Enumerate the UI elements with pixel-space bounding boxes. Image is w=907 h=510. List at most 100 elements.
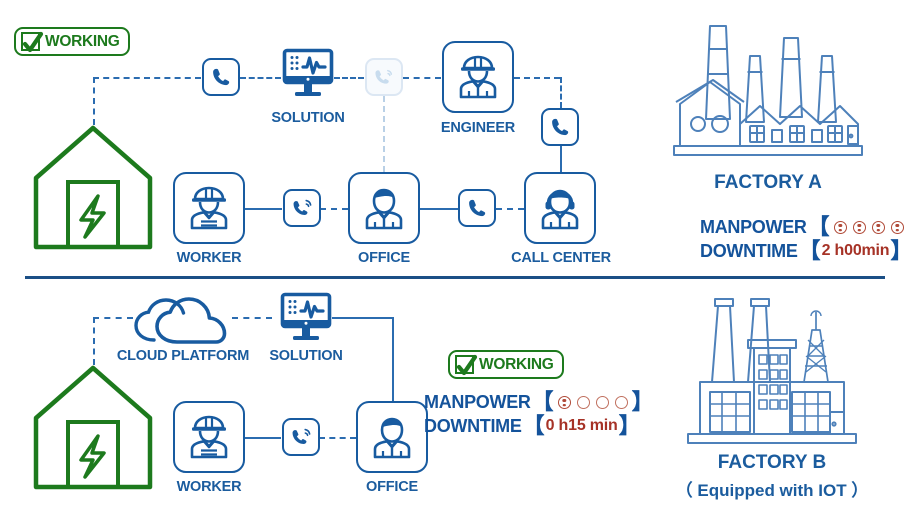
bracket-open-a-2: 【: [798, 238, 821, 263]
factory-title-a: FACTORY A: [714, 172, 822, 193]
node-label-office-top: OFFICE: [358, 250, 410, 266]
connector-phone1-to-solution: [240, 77, 281, 79]
manpower-pips-b: [557, 395, 628, 409]
bracket-open-a-1: 【: [807, 214, 830, 239]
connector-solution-to-corner-bottom: [332, 317, 392, 319]
metric-key-manpower-b: MANPOWER: [424, 391, 531, 412]
bracket-close-a-2: 】: [890, 240, 907, 262]
manpower-pip: [890, 220, 904, 234]
modern-factory-iot-icon: [672, 294, 872, 459]
node-office-top[interactable]: [348, 172, 420, 244]
worker-hardhat-icon: [190, 186, 228, 230]
connector-phone-to-office-bottom: [319, 437, 356, 439]
connector-plant-vertical: [93, 77, 95, 125]
cloud-icon: [134, 297, 227, 344]
node-label-solution-bottom: SOLUTION: [269, 348, 343, 364]
node-phone-icon-top-1[interactable]: [202, 58, 240, 96]
bracket-open-b-2: 【: [522, 413, 545, 438]
status-badge-working-top: WORKING: [14, 27, 130, 56]
status-badge-working-bottom: WORKING: [448, 350, 564, 379]
connector-corner-to-office-bottom: [392, 317, 394, 401]
check-icon: [21, 31, 44, 53]
connector-worker-to-phone-bottom: [245, 437, 281, 439]
node-label-office-bottom: OFFICE: [366, 479, 418, 495]
manpower-pip: [576, 395, 590, 409]
phone-signal-icon: [293, 199, 311, 215]
connector-plant-to-phone1: [93, 77, 201, 79]
bracket-close-b-2: 】: [618, 413, 641, 438]
node-cloud-platform[interactable]: [130, 294, 235, 351]
connector-solution-to-ghost: [334, 77, 364, 79]
manpower-pip: [557, 395, 571, 409]
headset-person-icon: [541, 189, 579, 230]
manpower-pip: [833, 220, 847, 234]
node-phone-icon-top-4[interactable]: [541, 108, 579, 146]
connector-corner-to-phone4: [560, 77, 562, 108]
metric-downtime-b: DOWNTIME 【 0 h15 min 】: [424, 415, 642, 437]
worker-hardhat-icon: [190, 415, 228, 459]
metric-value-downtime-b: 0 h15 min: [545, 417, 618, 434]
monitor-waveform-icon: [282, 48, 334, 96]
node-label-callcenter: CALL CENTER: [511, 250, 611, 266]
old-factory-icon: [668, 14, 868, 174]
connector-worker-to-phone3: [245, 208, 282, 210]
node-label-solution-top: SOLUTION: [271, 110, 345, 126]
factory-subtitle-b: （ Equipped with IOT ）: [675, 481, 869, 500]
node-phone-ghost-top[interactable]: [365, 58, 403, 96]
connector-plant-to-cloud-bottom: [93, 317, 133, 319]
node-worker-top[interactable]: [173, 172, 245, 244]
monitor-waveform-icon: [280, 292, 332, 340]
node-worker-bottom[interactable]: [173, 401, 245, 473]
power-plant-building-icon-bottom: [28, 360, 158, 500]
status-badge-label-bottom: WORKING: [479, 355, 554, 373]
node-label-worker-top: WORKER: [176, 250, 242, 266]
metric-downtime-a: DOWNTIME 【 2 h00min 】: [700, 240, 907, 262]
check-icon: [455, 354, 478, 376]
node-label-worker-bottom: WORKER: [176, 479, 242, 495]
node-phone-icon-top-2[interactable]: [458, 189, 496, 227]
connector-phone2-to-callcenter: [496, 208, 524, 210]
manpower-pip: [852, 220, 866, 234]
phone-icon: [552, 118, 569, 136]
metric-manpower-b: MANPOWER 【 】: [424, 391, 655, 413]
office-person-icon: [373, 417, 411, 459]
connector-ghost-to-engineer: [403, 77, 441, 79]
power-plant-building-icon-top: [28, 120, 158, 260]
connector-phone3-to-office: [320, 208, 348, 210]
factory-title-b: FACTORY B: [717, 452, 827, 473]
manpower-pips-a: [833, 220, 904, 234]
phone-icon: [469, 199, 486, 217]
metric-key-manpower-a: MANPOWER: [700, 216, 807, 237]
metric-key-downtime-b: DOWNTIME: [424, 415, 522, 436]
node-label-engineer: ENGINEER: [440, 120, 516, 136]
node-engineer[interactable]: [442, 41, 514, 113]
connector-cloud-to-solution-bottom: [232, 317, 272, 319]
engineer-hardhat-icon: [459, 55, 497, 99]
node-office-bottom[interactable]: [356, 401, 428, 473]
metric-manpower-a: MANPOWER 【 】: [700, 216, 907, 238]
manpower-pip: [595, 395, 609, 409]
office-person-icon: [365, 188, 403, 230]
node-solution-bottom[interactable]: [280, 292, 332, 351]
infographic-canvas: WORKING SOLUTION ENGINEER WORKER OFFICE …: [0, 0, 907, 510]
node-phone-signal-top-3[interactable]: [283, 189, 321, 227]
connector-engineer-to-corner: [514, 77, 560, 79]
manpower-pip: [871, 220, 885, 234]
connector-plant-vertical-bottom: [93, 317, 95, 365]
connector-ghost-to-office: [383, 96, 385, 172]
node-solution-top[interactable]: [282, 48, 334, 107]
connector-office-to-phone2: [420, 208, 458, 210]
phone-icon: [213, 68, 230, 86]
node-phone-signal-bottom[interactable]: [282, 418, 320, 456]
section-divider: [25, 276, 885, 279]
metric-key-downtime-a: DOWNTIME: [700, 240, 798, 261]
status-badge-label-top: WORKING: [45, 32, 120, 50]
phone-signal-icon: [292, 428, 310, 444]
node-callcenter[interactable]: [524, 172, 596, 244]
bracket-open-b-1: 【: [531, 389, 554, 414]
node-label-cloud-platform: CLOUD PLATFORM: [116, 348, 250, 364]
manpower-pip: [614, 395, 628, 409]
metric-value-downtime-a: 2 h00min: [821, 242, 890, 259]
phone-signal-icon: [375, 69, 393, 84]
bracket-close-b-1: 】: [631, 389, 654, 414]
